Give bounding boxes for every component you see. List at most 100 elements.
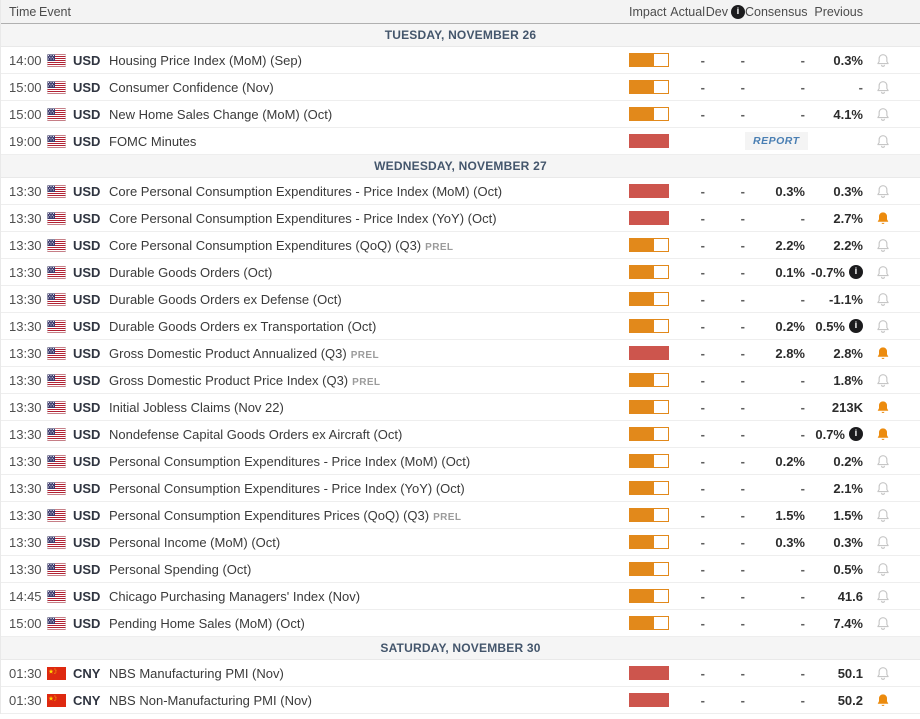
dev-value: - bbox=[705, 666, 745, 681]
bell-icon[interactable] bbox=[863, 692, 903, 709]
bell-icon[interactable] bbox=[863, 453, 903, 470]
dev-value: - bbox=[705, 693, 745, 708]
event-row[interactable]: 13:30 USD Nondefense Capital Goods Order… bbox=[1, 421, 920, 448]
event-title[interactable]: Core Personal Consumption Expenditures -… bbox=[109, 211, 617, 226]
previous-value: 2.7% bbox=[805, 211, 863, 226]
event-row[interactable]: 13:30 USD Personal Consumption Expenditu… bbox=[1, 448, 920, 475]
event-row[interactable]: 13:30 USD Core Personal Consumption Expe… bbox=[1, 178, 920, 205]
event-row[interactable]: 14:00 USD Housing Price Index (MoM) (Sep… bbox=[1, 47, 920, 74]
bell-icon[interactable] bbox=[863, 133, 903, 150]
event-row[interactable]: 01:30 CNY NBS Manufacturing PMI (Nov) - … bbox=[1, 660, 920, 687]
bell-icon[interactable] bbox=[863, 318, 903, 335]
dev-value: - bbox=[705, 508, 745, 523]
bell-icon[interactable] bbox=[863, 480, 903, 497]
previous-info-icon[interactable]: i bbox=[849, 427, 863, 441]
dev-value: - bbox=[705, 211, 745, 226]
event-row[interactable]: 13:30 USD Durable Goods Orders ex Defens… bbox=[1, 286, 920, 313]
bell-icon[interactable] bbox=[863, 426, 903, 443]
event-title[interactable]: Consumer Confidence (Nov) bbox=[109, 80, 617, 95]
bell-icon[interactable] bbox=[863, 264, 903, 281]
impact-cell bbox=[617, 211, 669, 225]
dev-info-icon[interactable]: i bbox=[731, 5, 745, 19]
dev-value: - bbox=[705, 481, 745, 496]
event-row[interactable]: 13:30 USD Durable Goods Orders ex Transp… bbox=[1, 313, 920, 340]
event-title[interactable]: Durable Goods Orders ex Defense (Oct) bbox=[109, 292, 617, 307]
event-title[interactable]: FOMC Minutes bbox=[109, 134, 617, 149]
bell-icon[interactable] bbox=[863, 615, 903, 632]
event-time: 13:30 bbox=[1, 346, 47, 361]
bell-icon[interactable] bbox=[863, 665, 903, 682]
previous-value: 4.1% bbox=[805, 107, 863, 122]
actual-value: - bbox=[669, 319, 705, 334]
event-row[interactable]: 13:30 USD Personal Spending (Oct) - - - … bbox=[1, 556, 920, 583]
event-row[interactable]: 13:30 USD Core Personal Consumption Expe… bbox=[1, 205, 920, 232]
actual-value: - bbox=[669, 107, 705, 122]
bell-icon[interactable] bbox=[863, 399, 903, 416]
event-title[interactable]: Housing Price Index (MoM) (Sep) bbox=[109, 53, 617, 68]
event-title[interactable]: Initial Jobless Claims (Nov 22) bbox=[109, 400, 617, 415]
bell-icon[interactable] bbox=[863, 79, 903, 96]
event-title[interactable]: Personal Consumption Expenditures - Pric… bbox=[109, 481, 617, 496]
event-row[interactable]: 14:45 USD Chicago Purchasing Managers' I… bbox=[1, 583, 920, 610]
event-title[interactable]: Personal Consumption Expenditures - Pric… bbox=[109, 454, 617, 469]
event-time: 15:00 bbox=[1, 107, 47, 122]
event-title[interactable]: Personal Spending (Oct) bbox=[109, 562, 617, 577]
report-link[interactable]: REPORT bbox=[745, 132, 808, 150]
event-row[interactable]: 19:00 USD FOMC Minutes REPORT bbox=[1, 128, 920, 155]
bell-icon[interactable] bbox=[863, 588, 903, 605]
bell-icon[interactable] bbox=[863, 372, 903, 389]
event-row[interactable]: 13:30 USD Initial Jobless Claims (Nov 22… bbox=[1, 394, 920, 421]
event-title[interactable]: Durable Goods Orders (Oct) bbox=[109, 265, 617, 280]
event-title[interactable]: Nondefense Capital Goods Orders ex Aircr… bbox=[109, 427, 617, 442]
bell-icon[interactable] bbox=[863, 507, 903, 524]
bell-icon[interactable] bbox=[863, 561, 903, 578]
dev-value: - bbox=[705, 373, 745, 388]
event-row[interactable]: 15:00 USD Consumer Confidence (Nov) - - … bbox=[1, 74, 920, 101]
bell-icon[interactable] bbox=[863, 291, 903, 308]
event-title[interactable]: Gross Domestic Product Price Index (Q3)P… bbox=[109, 373, 617, 388]
bell-icon[interactable] bbox=[863, 210, 903, 227]
event-title[interactable]: Core Personal Consumption Expenditures -… bbox=[109, 184, 617, 199]
us-flag-icon bbox=[47, 563, 73, 576]
event-row[interactable]: 15:00 USD Pending Home Sales (MoM) (Oct)… bbox=[1, 610, 920, 637]
actual-value: - bbox=[669, 184, 705, 199]
event-row[interactable]: 13:30 USD Personal Income (MoM) (Oct) - … bbox=[1, 529, 920, 556]
bell-icon[interactable] bbox=[863, 534, 903, 551]
event-title[interactable]: Core Personal Consumption Expenditures (… bbox=[109, 238, 617, 253]
event-title[interactable]: NBS Non-Manufacturing PMI (Nov) bbox=[109, 693, 617, 708]
dev-value: - bbox=[705, 454, 745, 469]
event-title[interactable]: Pending Home Sales (MoM) (Oct) bbox=[109, 616, 617, 631]
previous-info-icon[interactable]: i bbox=[849, 319, 863, 333]
impact-medium-bar bbox=[629, 589, 669, 603]
event-row[interactable]: 13:30 USD Gross Domestic Product Price I… bbox=[1, 367, 920, 394]
event-title[interactable]: Gross Domestic Product Annualized (Q3)PR… bbox=[109, 346, 617, 361]
bell-icon[interactable] bbox=[863, 183, 903, 200]
bell-icon[interactable] bbox=[863, 52, 903, 69]
event-row[interactable]: 15:00 USD New Home Sales Change (MoM) (O… bbox=[1, 101, 920, 128]
event-title[interactable]: Personal Income (MoM) (Oct) bbox=[109, 535, 617, 550]
event-row[interactable]: 01:30 CNY NBS Non-Manufacturing PMI (Nov… bbox=[1, 687, 920, 714]
impact-medium-bar bbox=[629, 427, 669, 441]
event-currency: USD bbox=[73, 292, 109, 307]
event-row[interactable]: 13:30 USD Personal Consumption Expenditu… bbox=[1, 475, 920, 502]
event-title[interactable]: NBS Manufacturing PMI (Nov) bbox=[109, 666, 617, 681]
bell-icon[interactable] bbox=[863, 106, 903, 123]
consensus-value: 2.8% bbox=[745, 346, 805, 361]
event-title[interactable]: Chicago Purchasing Managers' Index (Nov) bbox=[109, 589, 617, 604]
impact-cell bbox=[617, 454, 669, 468]
impact-cell bbox=[617, 134, 669, 148]
event-row[interactable]: 13:30 USD Core Personal Consumption Expe… bbox=[1, 232, 920, 259]
bell-icon[interactable] bbox=[863, 345, 903, 362]
actual-value: - bbox=[669, 265, 705, 280]
event-row[interactable]: 13:30 USD Durable Goods Orders (Oct) - -… bbox=[1, 259, 920, 286]
event-title[interactable]: Personal Consumption Expenditures Prices… bbox=[109, 508, 617, 523]
event-title[interactable]: Durable Goods Orders ex Transportation (… bbox=[109, 319, 617, 334]
previous-info-icon[interactable]: i bbox=[849, 265, 863, 279]
consensus-value: - bbox=[745, 666, 805, 681]
event-row[interactable]: 13:30 USD Gross Domestic Product Annuali… bbox=[1, 340, 920, 367]
event-row[interactable]: 13:30 USD Personal Consumption Expenditu… bbox=[1, 502, 920, 529]
date-header: WEDNESDAY, NOVEMBER 27 bbox=[1, 155, 920, 178]
bell-icon[interactable] bbox=[863, 237, 903, 254]
event-title[interactable]: New Home Sales Change (MoM) (Oct) bbox=[109, 107, 617, 122]
us-flag-icon bbox=[47, 374, 73, 387]
